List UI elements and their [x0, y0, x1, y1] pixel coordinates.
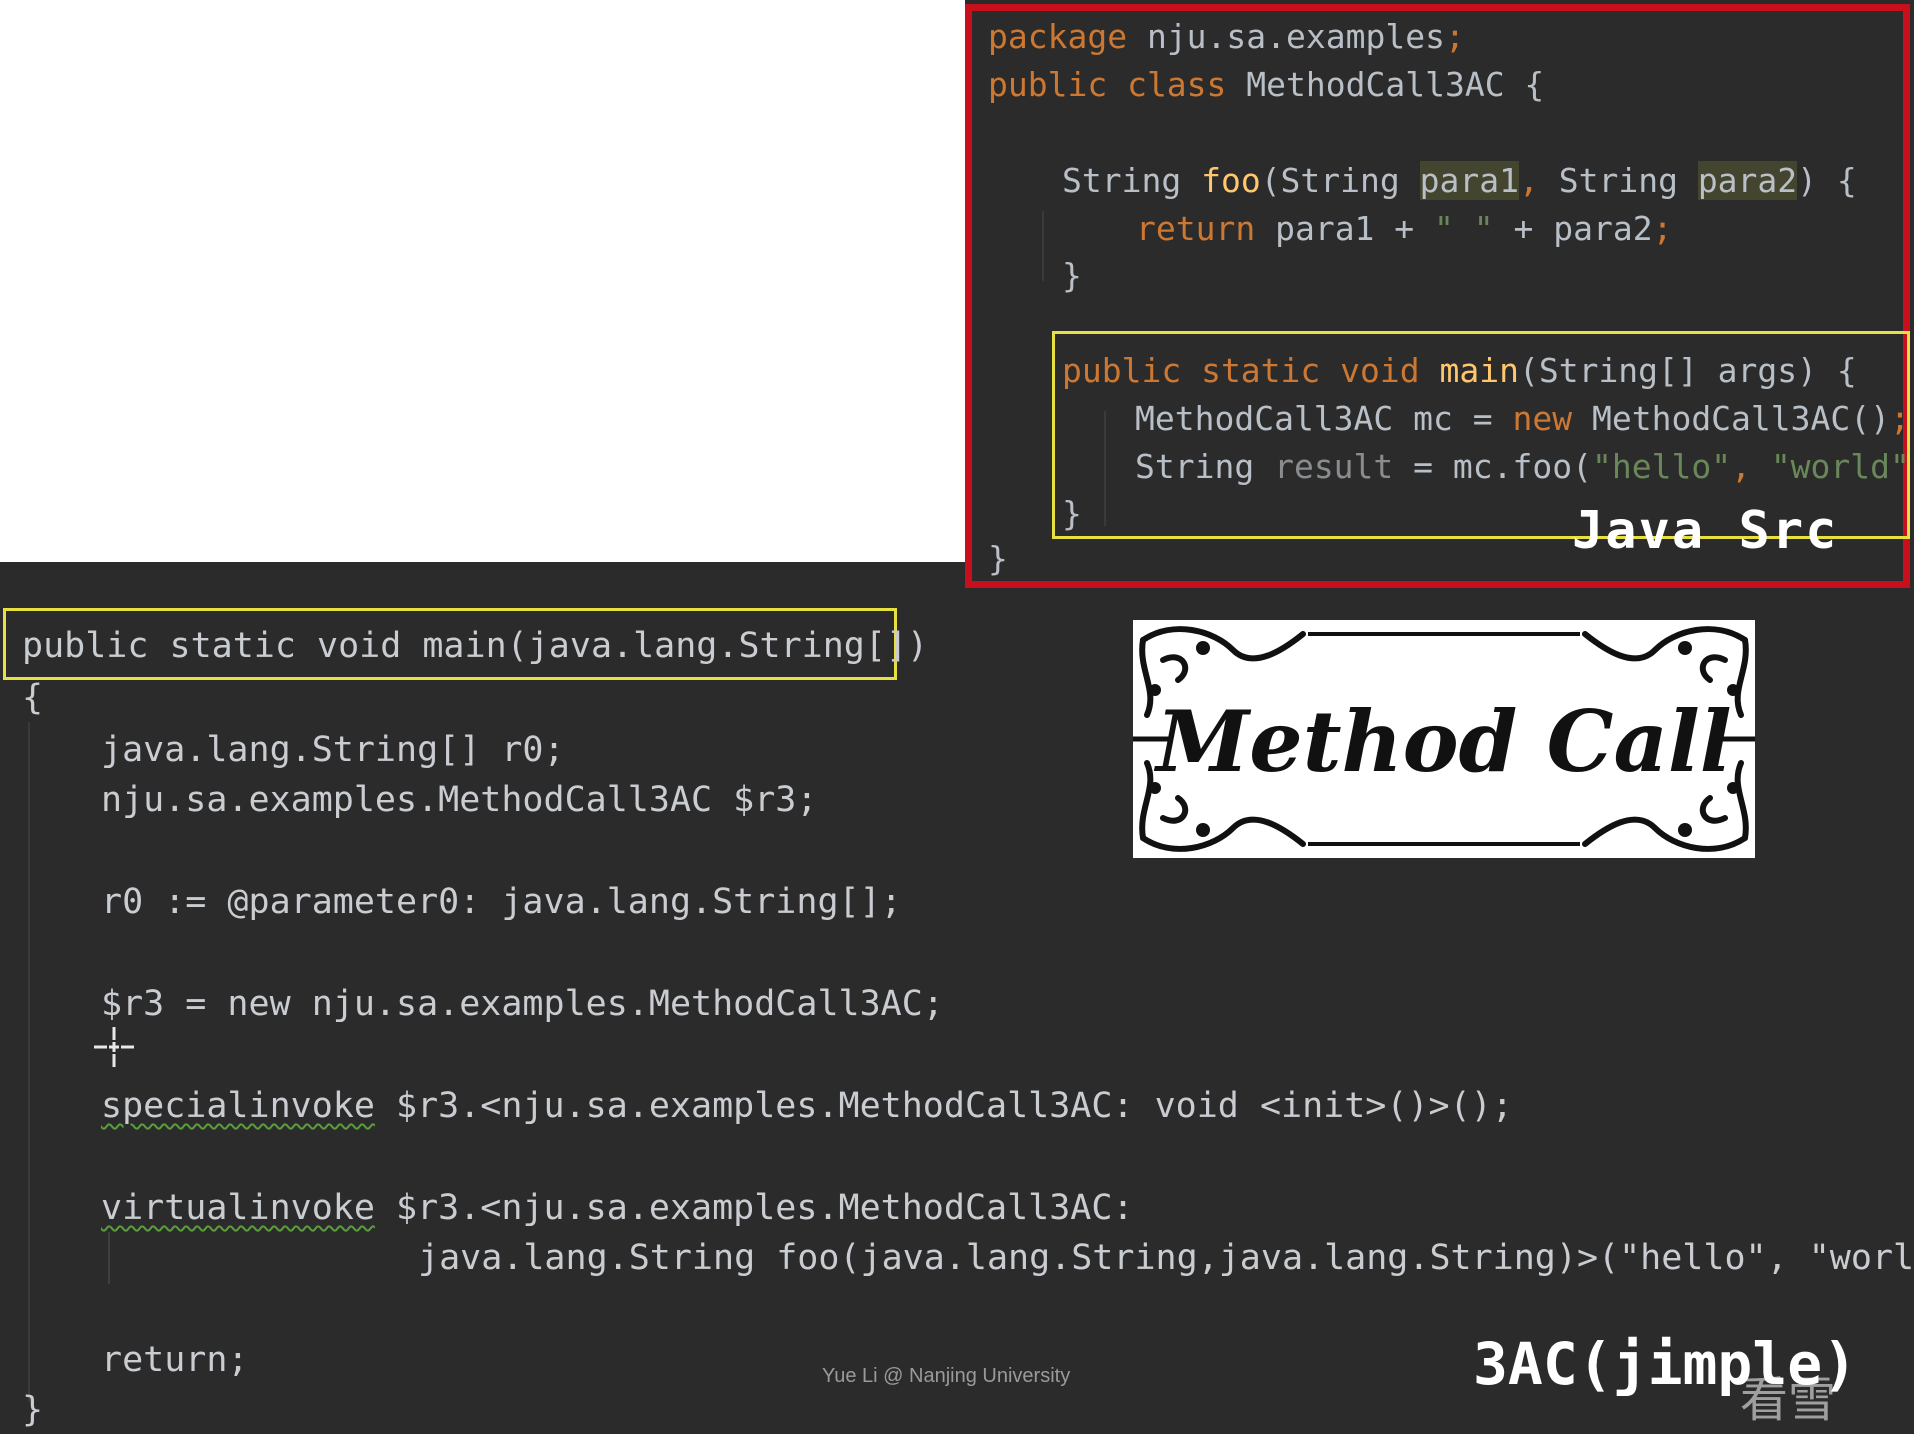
- indent-guide: [108, 1232, 110, 1284]
- jimple-decl-r0: java.lang.String[] r0;: [101, 730, 565, 770]
- watermark: 看雪: [1740, 1372, 1837, 1428]
- blank-region: [0, 0, 965, 562]
- java-src-panel: package nju.sa.examples; public class Me…: [965, 4, 1914, 588]
- jimple-return-stmt: return;: [101, 1340, 249, 1380]
- indent-guide: [28, 722, 30, 1402]
- banner-title: Method Call: [1156, 692, 1732, 791]
- java-src-label: Java Src: [1572, 501, 1839, 561]
- java-line-package: package nju.sa.examples;: [988, 17, 1465, 56]
- jimple-decl-r3: nju.sa.examples.MethodCall3AC $r3;: [101, 780, 818, 820]
- java-line-class-close: }: [988, 539, 1008, 578]
- java-line-main-signature: public static void main(String[] args) {: [1062, 351, 1857, 390]
- jimple-signature: public static void main(java.lang.String…: [22, 626, 929, 666]
- jimple-parameter-stmt: r0 := @parameter0: java.lang.String[];: [101, 882, 902, 922]
- java-line-foo-signature: String foo(String para1, String para2) {: [1062, 161, 1857, 200]
- crosshair-cursor-icon: [94, 1027, 134, 1067]
- jimple-new-stmt: $r3 = new nju.sa.examples.MethodCall3AC;: [101, 984, 944, 1024]
- java-line-main-close: }: [1062, 494, 1082, 533]
- method-call-banner: Method Call: [1133, 620, 1755, 858]
- jimple-virtualinvoke-stmt: virtualinvoke $r3.<nju.sa.examples.Metho…: [101, 1188, 1134, 1228]
- java-line-foo-close: }: [1062, 256, 1082, 295]
- java-line-call-foo: String result = mc.foo("hello", "world")…: [1135, 447, 1914, 486]
- java-line-return: return para1 + " " + para2;: [1136, 209, 1673, 248]
- jimple-open-brace: {: [22, 678, 44, 718]
- indent-guide: [1042, 211, 1044, 281]
- jimple-virtualinvoke-continuation: java.lang.String foo(java.lang.String,ja…: [418, 1238, 1914, 1278]
- jimple-close-brace: }: [22, 1390, 44, 1430]
- java-line-new-instance: MethodCall3AC mc = new MethodCall3AC();: [1135, 399, 1910, 438]
- author-footer: Yue Li @ Nanjing University: [822, 1365, 1071, 1387]
- jimple-specialinvoke-stmt: specialinvoke $r3.<nju.sa.examples.Metho…: [101, 1086, 1513, 1126]
- java-line-class: public class MethodCall3AC {: [988, 65, 1545, 104]
